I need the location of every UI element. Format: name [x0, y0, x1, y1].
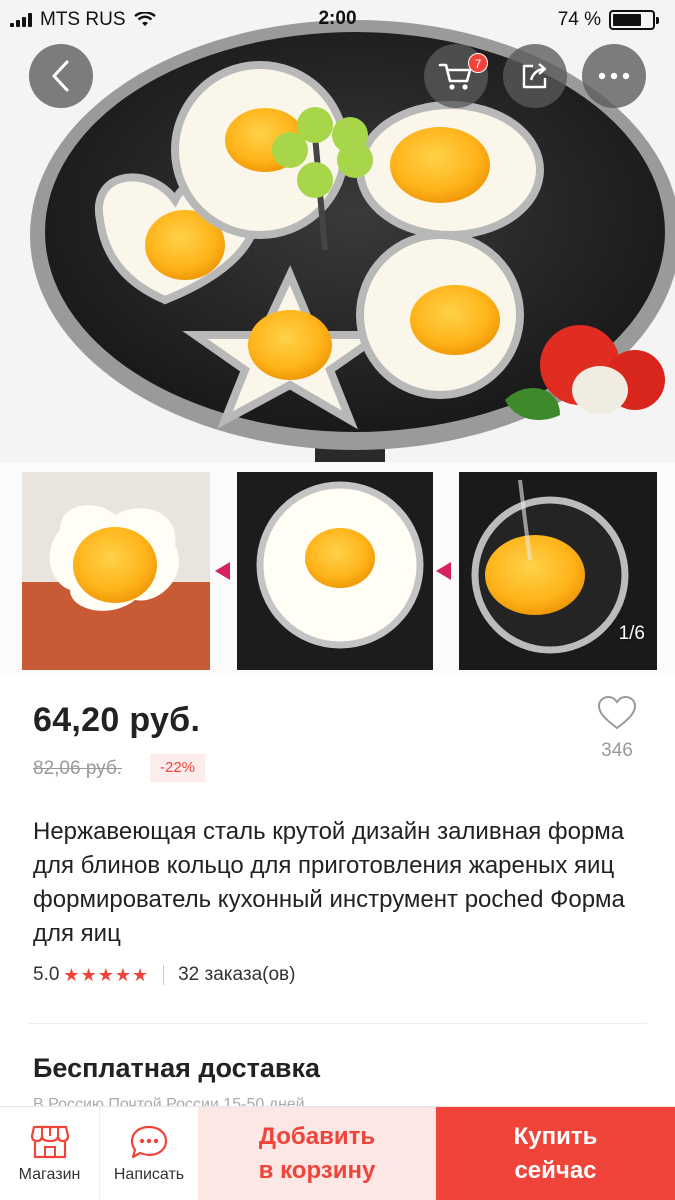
- status-right: 74 %: [557, 9, 659, 31]
- product-photo: [0, 0, 675, 675]
- signal-icon: [10, 13, 32, 27]
- buy-now-line2: сейчас: [514, 1156, 597, 1184]
- battery-percent: 74 %: [557, 9, 601, 30]
- status-time: 2:00: [318, 8, 357, 29]
- rating-stars: ★★★★★: [63, 964, 150, 985]
- store-icon: [30, 1125, 69, 1158]
- bottom-action-bar: Магазин Написать Добавить в корзину Купи…: [0, 1106, 675, 1200]
- add-to-cart-label: Добавить в корзину: [259, 1120, 376, 1188]
- product-title: Нержавеющая сталь крутой дизайн заливная…: [33, 818, 625, 947]
- status-left: MTS RUS: [10, 9, 156, 31]
- add-to-cart-button[interactable]: Добавить в корзину: [198, 1107, 436, 1200]
- more-button[interactable]: [582, 44, 646, 108]
- current-price: 64,20 руб.: [33, 701, 201, 739]
- back-button[interactable]: [29, 44, 93, 108]
- wishlist-button[interactable]: 346: [592, 695, 642, 762]
- battery-icon: [609, 10, 659, 30]
- product-image-gallery[interactable]: [0, 0, 675, 675]
- battery-level: [613, 14, 642, 26]
- store-tab[interactable]: Магазин: [0, 1107, 99, 1200]
- discount-badge: -22%: [150, 754, 206, 782]
- status-bar: MTS RUS 2:00 74 %: [0, 0, 675, 40]
- wishlist-count: 346: [601, 740, 633, 761]
- share-button[interactable]: [503, 44, 567, 108]
- buy-now-label: Купить сейчас: [514, 1120, 598, 1188]
- rating-value: 5.0: [33, 964, 60, 985]
- rating-row[interactable]: 5.0 ★★★★★ 32 заказа(ов): [33, 964, 295, 986]
- buy-now-line1: Купить: [513, 1122, 598, 1150]
- heart-icon: [597, 695, 637, 730]
- chat-icon: [130, 1125, 168, 1158]
- carrier-label: MTS RUS: [40, 9, 126, 30]
- section-divider: [28, 1023, 647, 1024]
- rating-divider: [163, 965, 165, 985]
- cart-badge: 7: [468, 53, 488, 73]
- add-to-cart-line1: Добавить: [258, 1122, 376, 1150]
- store-label: Магазин: [18, 1165, 81, 1183]
- buy-now-button[interactable]: Купить сейчас: [436, 1107, 675, 1200]
- old-price: 82,06 руб.: [33, 758, 123, 779]
- chevron-left-icon: [52, 60, 69, 92]
- orders-count: 32 заказа(ов): [178, 964, 296, 985]
- more-dots-icon: [598, 72, 630, 80]
- shipping-title[interactable]: Бесплатная доставка: [33, 1053, 320, 1084]
- share-icon: [522, 63, 547, 89]
- add-to-cart-line2: в корзину: [258, 1156, 376, 1184]
- cart-button[interactable]: 7: [424, 44, 488, 108]
- wifi-icon: [133, 12, 156, 26]
- message-label: Написать: [113, 1165, 185, 1183]
- gallery-counter: 1/6: [618, 623, 645, 644]
- message-tab[interactable]: Написать: [99, 1107, 198, 1200]
